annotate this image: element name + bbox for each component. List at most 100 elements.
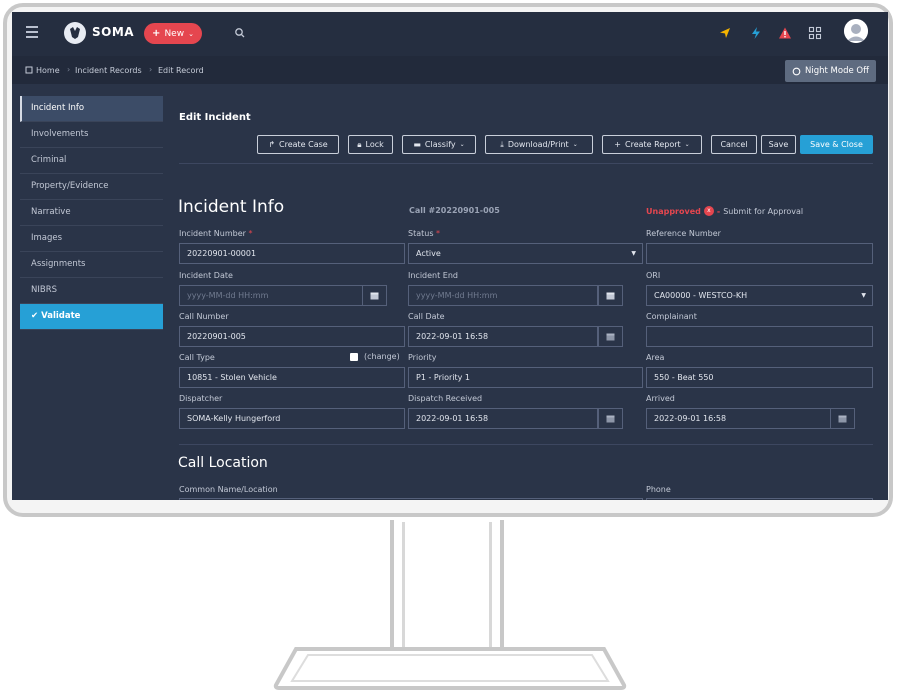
lock-button[interactable]: 🔒︎ Lock	[348, 135, 393, 154]
chevron-down-icon: ⌄	[572, 141, 578, 148]
sidebar-item-label: NIBRS	[31, 285, 57, 295]
save-close-button[interactable]: Save & Close	[800, 135, 873, 154]
calendar-icon[interactable]	[598, 408, 623, 429]
sidebar-item-involvements[interactable]: Involvements	[20, 122, 163, 148]
priority-label: Priority	[408, 353, 437, 362]
sidebar-nav: Incident Info Involvements Criminal Prop…	[20, 96, 163, 330]
sidebar-item-label: Images	[31, 233, 63, 243]
sidebar-item-label: Involvements	[31, 129, 89, 139]
change-call-type-checkbox[interactable]	[350, 353, 358, 361]
dispatch-received-field[interactable]: 2022-09-01 16:58	[408, 408, 598, 429]
chevron-down-icon: ⌄	[684, 141, 690, 148]
sidebar-item-images[interactable]: Images	[20, 226, 163, 252]
cancel-label: Cancel	[720, 140, 748, 149]
apps-grid-icon[interactable]	[808, 26, 822, 40]
incident-date-label: Incident Date	[179, 271, 233, 280]
common-name-label: Common Name/Location	[179, 485, 278, 494]
call-number-field[interactable]: 20220901-005	[179, 326, 405, 347]
area-label: Area	[646, 353, 665, 362]
create-case-label: Create Case	[279, 140, 328, 149]
divider	[179, 444, 873, 445]
user-avatar[interactable]	[844, 19, 868, 43]
save-close-label: Save & Close	[810, 140, 863, 149]
alert-triangle-icon[interactable]	[778, 26, 792, 40]
call-number-header: Call #20220901-005	[409, 206, 500, 215]
area-field[interactable]: 550 - Beat 550	[646, 367, 873, 388]
breadcrumb-home[interactable]: Home	[36, 66, 60, 75]
call-date-label: Call Date	[408, 312, 445, 321]
classify-button[interactable]: ▬ Classify ⌄	[402, 135, 476, 154]
phone-field[interactable]	[646, 498, 873, 500]
calendar-icon[interactable]	[830, 408, 855, 429]
chevron-down-icon: ⌄	[188, 29, 194, 38]
lightning-icon[interactable]	[749, 26, 763, 40]
download-print-button[interactable]: ⤓ Download/Print ⌄	[485, 135, 593, 154]
caret-down-icon: ▼	[861, 292, 866, 299]
dispatcher-label: Dispatcher	[179, 394, 223, 403]
navigation-arrow-icon[interactable]	[718, 26, 732, 40]
call-date-field[interactable]: 2022-09-01 16:58	[408, 326, 598, 347]
night-mode-label: Night Mode Off	[805, 66, 869, 76]
complainant-field[interactable]	[646, 326, 873, 347]
lock-label: Lock	[365, 140, 384, 149]
sidebar-item-incident-info[interactable]: Incident Info	[20, 96, 163, 122]
change-call-type-label[interactable]: (change)	[364, 352, 400, 361]
night-mode-button[interactable]: Night Mode Off	[785, 60, 876, 82]
sidebar-item-label: Validate	[41, 311, 81, 321]
breadcrumb-current: Edit Record	[158, 66, 204, 75]
breadcrumb-incident-records[interactable]: Incident Records	[75, 66, 142, 75]
status-select[interactable]: Active ▼	[408, 243, 643, 264]
lock-icon: 🔒︎	[357, 139, 362, 149]
incident-date-field[interactable]: yyyy-MM-dd HH:mm	[179, 285, 363, 306]
sidebar-item-assignments[interactable]: Assignments	[20, 252, 163, 278]
calendar-icon[interactable]	[362, 285, 387, 306]
create-case-button[interactable]: ↱ Create Case	[257, 135, 339, 154]
sidebar-item-label: Criminal	[31, 155, 67, 165]
call-type-field[interactable]: 10851 - Stolen Vehicle	[179, 367, 405, 388]
folder-icon: ▬	[413, 140, 421, 149]
calendar-icon[interactable]	[598, 285, 623, 306]
sidebar-item-nibrs[interactable]: NIBRS	[20, 278, 163, 304]
search-icon[interactable]	[234, 27, 246, 39]
hamburger-menu-icon[interactable]	[26, 26, 38, 38]
incident-number-field[interactable]: 20220901-00001	[179, 243, 405, 264]
sidebar-item-property-evidence[interactable]: Property/Evidence	[20, 174, 163, 200]
calendar-icon[interactable]	[598, 326, 623, 347]
section-title-call-location: Call Location	[178, 455, 268, 471]
app-name: SOMA	[92, 25, 135, 39]
ori-select[interactable]: CA00000 - WESTCO-KH ▼	[646, 285, 873, 306]
checkmark-icon: ✔	[31, 311, 39, 321]
approval-status: Unapproved x - Submit for Approval	[646, 206, 803, 216]
monitor-neck-inner	[402, 522, 492, 648]
sidebar-item-label: Narrative	[31, 207, 71, 217]
sidebar-item-validate[interactable]: ✔ Validate	[20, 304, 163, 330]
approval-separator: -	[716, 206, 721, 216]
common-name-field[interactable]	[179, 498, 643, 500]
monitor-base	[273, 647, 627, 690]
submit-for-approval-link[interactable]: Submit for Approval	[723, 207, 803, 216]
cancel-button[interactable]: Cancel	[711, 135, 757, 154]
chevron-down-icon: ⌄	[459, 141, 465, 148]
save-button[interactable]: Save	[761, 135, 796, 154]
ori-label: ORI	[646, 271, 661, 280]
sidebar-item-label: Property/Evidence	[31, 181, 109, 191]
sidebar-item-narrative[interactable]: Narrative	[20, 200, 163, 226]
complainant-label: Complainant	[646, 312, 697, 321]
create-report-button[interactable]: + Create Report ⌄	[602, 135, 702, 154]
incident-end-field[interactable]: yyyy-MM-dd HH:mm	[408, 285, 598, 306]
arrived-label: Arrived	[646, 394, 675, 403]
download-icon: ⤓	[500, 139, 504, 149]
reference-number-field[interactable]	[646, 243, 873, 264]
app-screen: SOMA + New ⌄ Home › Incident Records › E…	[12, 12, 888, 500]
dispatcher-field[interactable]: SOMA-Kelly Hungerford	[179, 408, 405, 429]
unapproved-label: Unapproved	[646, 206, 701, 216]
unapproved-badge: x	[703, 206, 714, 216]
top-navbar: SOMA + New ⌄	[12, 12, 888, 56]
create-report-label: Create Report	[625, 140, 681, 149]
new-button[interactable]: + New ⌄	[144, 23, 202, 44]
priority-field[interactable]: P1 - Priority 1	[408, 367, 643, 388]
arrived-field[interactable]: 2022-09-01 16:58	[646, 408, 831, 429]
sidebar-item-criminal[interactable]: Criminal	[20, 148, 163, 174]
page-title: Edit Incident	[179, 112, 251, 123]
plus-icon: +	[614, 140, 621, 149]
